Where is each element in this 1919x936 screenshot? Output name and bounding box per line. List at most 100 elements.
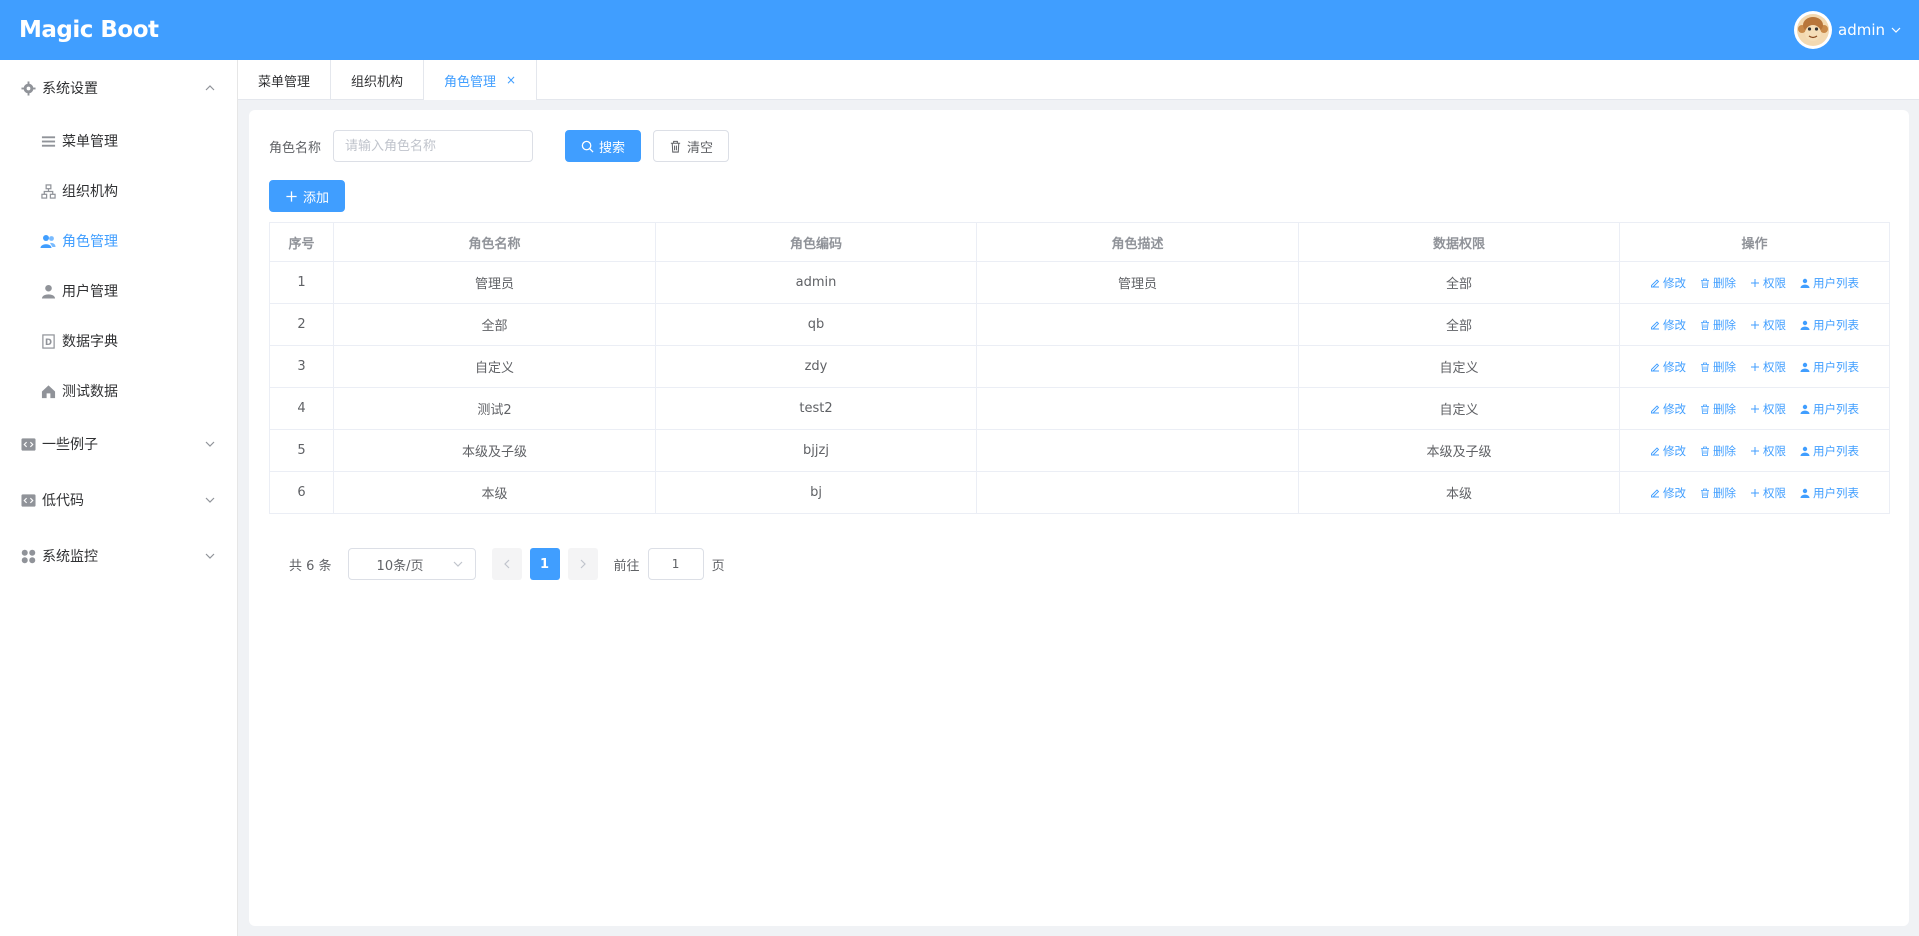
tab-menu-management[interactable]: 菜单管理 (238, 60, 332, 100)
permission-action[interactable]: 权限 (1750, 401, 1786, 417)
action-label: 修改 (1663, 401, 1686, 416)
tab-organization[interactable]: 组织机构 (331, 60, 425, 100)
sidebar-item-menu-management[interactable]: 菜单管理 (0, 116, 237, 166)
cell-no: 3 (269, 345, 334, 388)
column-header: 数据权限 (1298, 222, 1620, 262)
role-name-input[interactable] (333, 130, 534, 162)
user-list-action[interactable]: 用户列表 (1800, 275, 1859, 291)
add-button[interactable]: 添加 (269, 180, 346, 212)
chevron-down-icon (453, 561, 462, 567)
user-list-action[interactable]: 用户列表 (1800, 485, 1859, 501)
search-icon (581, 140, 594, 153)
code-icon (20, 492, 36, 508)
roles-table: 序号 角色名称 角色编码 角色描述 数据权限 操作 1 管理员 admin 管理员 全部… (269, 222, 1890, 514)
edit-action[interactable]: 修改 (1650, 359, 1686, 375)
cell-no: 1 (269, 261, 334, 304)
delete-action[interactable]: 删除 (1700, 443, 1736, 459)
user-menu[interactable]: admin (1794, 11, 1901, 49)
cell-scope: 本级及子级 (1298, 429, 1620, 472)
cell-scope: 全部 (1298, 303, 1620, 346)
sidebar-group-low-code[interactable]: 低代码 (0, 472, 237, 528)
chevron-down-icon[interactable] (1891, 25, 1901, 35)
sidebar-item-label: 组织机构 (62, 184, 118, 200)
cell-name: 自定义 (333, 345, 656, 388)
tab-label: 角色管理 (444, 74, 497, 90)
goto-page-input[interactable] (647, 548, 704, 580)
sidebar: 系统设置 菜单管理 组织机构 角色管理 用户管理 D 数据字典 测试数据 一些例… (0, 60, 238, 936)
next-page-button[interactable] (567, 548, 598, 580)
sidebar-item-data-dictionary[interactable]: D 数据字典 (0, 316, 237, 366)
user-list-action[interactable]: 用户列表 (1800, 359, 1859, 375)
table-body: 1 管理员 admin 管理员 全部 修改 删除 权限 用户列表 2 全部 qb 全部 修改 删除 权限 用户列… (269, 261, 1890, 514)
cell-code: admin (655, 261, 977, 304)
permission-action[interactable]: 权限 (1750, 485, 1786, 501)
column-header: 角色描述 (976, 222, 1299, 262)
avatar[interactable] (1794, 11, 1832, 49)
action-label: 用户列表 (1813, 443, 1859, 458)
permission-action[interactable]: 权限 (1750, 359, 1786, 375)
table-header-row: 序号 角色名称 角色编码 角色描述 数据权限 操作 (269, 222, 1890, 262)
cell-actions: 修改 删除 权限 用户列表 (1619, 303, 1890, 346)
edit-action[interactable]: 修改 (1650, 443, 1686, 459)
sidebar-item-label: 测试数据 (62, 384, 118, 400)
sidebar-item-test-data[interactable]: 测试数据 (0, 366, 237, 416)
edit-action[interactable]: 修改 (1650, 275, 1686, 291)
action-label: 删除 (1713, 401, 1736, 416)
edit-action[interactable]: 修改 (1650, 317, 1686, 333)
action-label: 权限 (1763, 275, 1786, 290)
permission-action[interactable]: 权限 (1750, 317, 1786, 333)
search-button[interactable]: 搜索 (565, 130, 642, 162)
page-size-value: 10条/页 (376, 558, 424, 574)
table-row: 5 本级及子级 bjjzj 本级及子级 修改 删除 权限 用户列表 (269, 429, 1890, 472)
sidebar-item-role-management[interactable]: 角色管理 (0, 216, 237, 266)
action-label: 用户列表 (1813, 359, 1859, 374)
edit-action[interactable]: 修改 (1650, 401, 1686, 417)
cell-no: 2 (269, 303, 334, 346)
permission-action[interactable]: 权限 (1750, 275, 1786, 291)
delete-action[interactable]: 删除 (1700, 317, 1736, 333)
sidebar-item-organization[interactable]: 组织机构 (0, 166, 237, 216)
sidebar-group-examples[interactable]: 一些例子 (0, 416, 237, 472)
table-row: 3 自定义 zdy 自定义 修改 删除 权限 用户列表 (269, 345, 1890, 388)
user-list-action[interactable]: 用户列表 (1800, 443, 1859, 459)
username[interactable]: admin (1838, 21, 1885, 39)
app-logo[interactable]: Magic Boot (19, 17, 159, 43)
user-icon (1800, 488, 1810, 498)
prev-page-button[interactable] (491, 548, 522, 580)
delete-action[interactable]: 删除 (1700, 485, 1736, 501)
delete-action[interactable]: 删除 (1700, 275, 1736, 291)
cell-desc (976, 345, 1299, 388)
total-count: 共 6 条 (289, 558, 332, 574)
permission-action[interactable]: 权限 (1750, 443, 1786, 459)
add-button-label: 添加 (303, 190, 330, 206)
trash-icon (1700, 320, 1710, 330)
clear-button[interactable]: 清空 (653, 130, 730, 162)
edit-action[interactable]: 修改 (1650, 485, 1686, 501)
action-label: 用户列表 (1813, 317, 1859, 332)
user-list-action[interactable]: 用户列表 (1800, 317, 1859, 333)
column-header: 操作 (1619, 222, 1890, 262)
action-label: 用户列表 (1813, 485, 1859, 500)
action-label: 权限 (1763, 317, 1786, 332)
user-list-action[interactable]: 用户列表 (1800, 401, 1859, 417)
page-number-button[interactable]: 1 (529, 548, 560, 580)
trash-icon (1700, 404, 1710, 414)
cell-actions: 修改 删除 权限 用户列表 (1619, 387, 1890, 430)
sidebar-item-label: 菜单管理 (62, 134, 118, 150)
close-icon[interactable]: × (506, 73, 516, 87)
sidebar-item-user-management[interactable]: 用户管理 (0, 266, 237, 316)
cell-actions: 修改 删除 权限 用户列表 (1619, 471, 1890, 514)
delete-action[interactable]: 删除 (1700, 401, 1736, 417)
home-icon (40, 383, 56, 399)
delete-action[interactable]: 删除 (1700, 359, 1736, 375)
action-label: 删除 (1713, 317, 1736, 332)
edit-icon (1650, 362, 1660, 372)
tab-role-management[interactable]: 角色管理 × (424, 60, 538, 100)
clear-button-label: 清空 (687, 140, 714, 156)
sidebar-group-system-settings[interactable]: 系统设置 (0, 60, 237, 116)
sidebar-group-label: 系统监控 (42, 549, 98, 565)
page-size-select[interactable]: 10条/页 (347, 548, 476, 580)
chevron-left-icon (503, 559, 509, 569)
sidebar-group-monitoring[interactable]: 系统监控 (0, 528, 237, 584)
goto-label: 前往 (613, 558, 640, 574)
